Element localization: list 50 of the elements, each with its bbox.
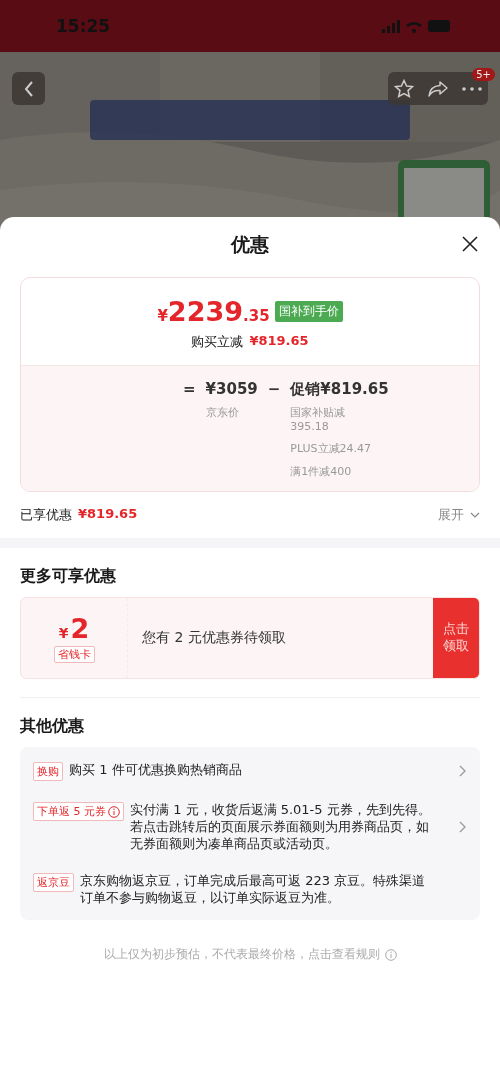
star-icon [394,78,415,99]
close-button[interactable] [462,236,478,252]
offer-arrow-button[interactable] [459,765,466,777]
saving-label: 购买立减 [191,333,244,351]
share-button[interactable] [427,79,449,98]
discount-detail: PLUS立减24.47 [290,441,373,456]
base-price: ¥3059 [205,380,258,398]
expand-button[interactable]: 展开 [438,506,480,524]
more-icon [461,86,482,91]
discount-detail: 国家补贴减 395.18 [290,405,347,433]
signal-icon [382,19,400,33]
enjoyed-label: 已享优惠 [20,506,72,524]
offer-arrow-button[interactable] [459,820,466,833]
offer-tag: 返京豆 [33,873,74,892]
offer-tag: 换购 [33,762,63,781]
final-price: ¥2239.35 [157,296,270,327]
discount-detail: 满1件减400 [290,464,353,479]
footer-note: 以上仅为初步预估，不代表最终价格，点击查看规则 [103,946,380,963]
chevron-right-icon [459,765,466,777]
offer-text: 购买 1 件可优惠换购热销商品 [69,761,243,778]
offer-text: 京东购物返京豆，订单完成后最高可返 223 京豆。特殊渠道订单不参与购物返豆，以订单实际返豆为准。 [80,872,427,906]
section-title: 其他优惠 [19,715,85,737]
wifi-icon [406,19,422,33]
back-button[interactable] [12,72,45,105]
offer-text: 实付满 1 元，收货后返满 5.01-5 元券，先到先得。若点击跳转后的页面展示券面额则为用券商品页，如无券面额则为凑单商品页或活动页。 [130,801,432,852]
battery-icon [428,20,450,32]
minus-sign: − [267,380,281,398]
share-icon [427,79,449,98]
chevron-left-icon [23,80,34,97]
base-price-label: 京东价 [205,405,240,420]
chevron-down-icon [470,512,480,518]
coupon-text: 您有 2 元优惠券待领取 [142,629,286,647]
info-icon [384,948,397,961]
coupon-tag: 省钱卡 [53,646,95,663]
sheet-title: 优惠 [231,232,269,257]
more-button[interactable] [461,86,482,91]
price-tag: 国补到手价 [274,301,343,322]
promo-discount: 促销¥819.65 [290,380,389,399]
enjoyed-value: ¥819.65 [78,506,138,523]
info-icon [108,805,120,818]
saving-value: ¥819.65 [249,333,309,350]
close-icon [462,236,478,252]
coupon-amount: ¥2 [58,613,90,644]
offer-tag: 下单返 5 元券 [33,802,124,821]
status-time: 15:25 [56,16,111,36]
chevron-right-icon [459,820,466,833]
favorite-button[interactable] [394,78,415,99]
equals-sign: = [183,380,196,398]
claim-button[interactable]: 点击领取 [433,598,479,678]
section-title: 更多可享优惠 [19,565,117,587]
